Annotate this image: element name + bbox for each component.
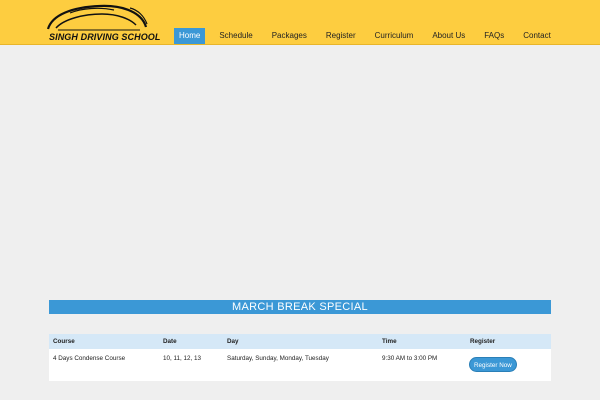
- nav-item-packages[interactable]: Packages: [267, 28, 312, 44]
- nav-item-schedule[interactable]: Schedule: [214, 28, 257, 44]
- register-now-button[interactable]: Register Now: [469, 357, 517, 372]
- nav-item-curriculum[interactable]: Curriculum: [370, 28, 419, 44]
- table-header-row: Course Date Day Time Register: [49, 334, 551, 349]
- nav-item-home[interactable]: Home: [174, 28, 206, 44]
- column-header-date: Date: [163, 338, 177, 345]
- date-cell: 10, 11, 12, 13: [163, 355, 202, 362]
- column-header-register: Register: [470, 338, 496, 345]
- nav-item-about-us[interactable]: About Us: [427, 28, 470, 44]
- nav-item-register[interactable]: Register: [321, 28, 361, 44]
- column-header-day: Day: [227, 338, 239, 345]
- schedule-table: Course Date Day Time Register 4 Days Con…: [49, 334, 551, 381]
- brand-name: SINGH DRIVING SCHOOL: [49, 32, 161, 42]
- nav-item-contact[interactable]: Contact: [518, 28, 556, 44]
- column-header-time: Time: [382, 338, 397, 345]
- nav-item-faqs[interactable]: FAQs: [479, 28, 509, 44]
- brand-logo[interactable]: SINGH DRIVING SCHOOL: [44, 2, 160, 42]
- main-nav: Home Schedule Packages Register Curricul…: [174, 28, 565, 44]
- promo-banner: MARCH BREAK SPECIAL: [49, 300, 551, 314]
- time-cell: 9:30 AM to 3:00 PM: [382, 355, 438, 362]
- course-cell: 4 Days Condense Course: [53, 355, 126, 362]
- column-header-course: Course: [53, 338, 75, 345]
- day-cell: Saturday, Sunday, Monday, Tuesday: [227, 355, 329, 362]
- site-header: SINGH DRIVING SCHOOL Home Schedule Packa…: [0, 0, 600, 45]
- car-silhouette-icon: [46, 4, 148, 31]
